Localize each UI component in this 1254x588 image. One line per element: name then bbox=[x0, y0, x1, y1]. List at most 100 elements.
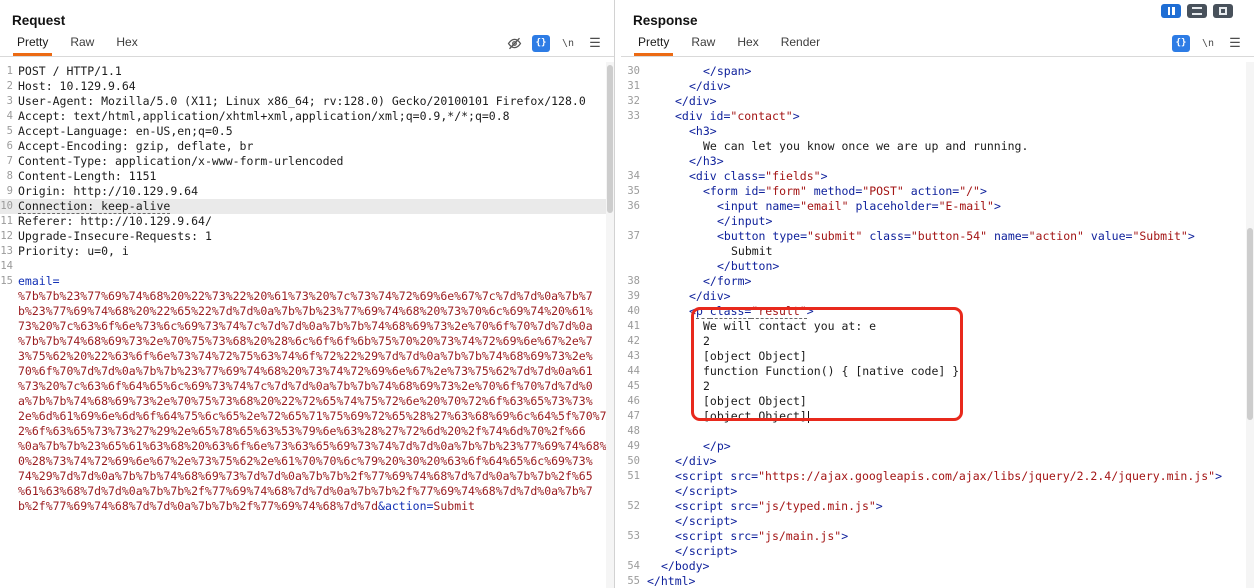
code-line: 6Accept-Encoding: gzip, deflate, br bbox=[0, 139, 614, 154]
code-line: </script> bbox=[621, 544, 1254, 559]
line-number: 36 bbox=[621, 199, 647, 214]
line-number: 37 bbox=[621, 229, 647, 244]
line-number: 13 bbox=[0, 244, 18, 259]
code-line: %61%63%68%7d%7d%0a%7b%7b%2f%77%69%74%68%… bbox=[0, 484, 614, 499]
line-number: 33 bbox=[621, 109, 647, 124]
code-line: 44function Function() { [native code] } bbox=[621, 364, 1254, 379]
layout-rows-button[interactable] bbox=[1187, 4, 1207, 18]
line-number bbox=[0, 499, 18, 514]
response-scrollbar-thumb[interactable] bbox=[1247, 228, 1253, 420]
line-number bbox=[0, 409, 18, 424]
line-number bbox=[0, 319, 18, 334]
response-tab-raw[interactable]: Raw bbox=[680, 30, 726, 56]
line-number: 30 bbox=[621, 64, 647, 79]
code-line: 43[object Object] bbox=[621, 349, 1254, 364]
line-number: 14 bbox=[0, 259, 18, 274]
line-number: 46 bbox=[621, 394, 647, 409]
code-line: 37<button type="submit" class="button-54… bbox=[621, 229, 1254, 244]
line-number bbox=[0, 304, 18, 319]
code-line: 70%6f%70%7d%7d%0a%7b%7b%23%77%69%74%68%2… bbox=[0, 364, 614, 379]
code-line: b%23%77%69%74%68%20%22%65%22%7d%7d%0a%7b… bbox=[0, 304, 614, 319]
code-line: 53<script src="js/main.js"> bbox=[621, 529, 1254, 544]
line-number bbox=[0, 289, 18, 304]
code-line: 422 bbox=[621, 334, 1254, 349]
code-line: 11Referer: http://10.129.9.64/ bbox=[0, 214, 614, 229]
line-number: 7 bbox=[0, 154, 18, 169]
request-tab-raw[interactable]: Raw bbox=[59, 30, 105, 56]
request-tabbar: PrettyRawHex {} \n ☰ bbox=[0, 30, 614, 57]
code-line: 38</form> bbox=[621, 274, 1254, 289]
line-number bbox=[0, 379, 18, 394]
line-number: 41 bbox=[621, 319, 647, 334]
request-editor[interactable]: 1POST / HTTP/1.12Host: 10.129.9.643User-… bbox=[0, 62, 614, 588]
code-line: 7Content-Type: application/x-www-form-ur… bbox=[0, 154, 614, 169]
code-line: 12Upgrade-Insecure-Requests: 1 bbox=[0, 229, 614, 244]
code-line: 48 bbox=[621, 424, 1254, 439]
line-number bbox=[0, 439, 18, 454]
code-line: <h3> bbox=[621, 124, 1254, 139]
code-line: 2%6f%63%65%73%73%27%29%2e%65%78%65%63%53… bbox=[0, 424, 614, 439]
line-number bbox=[0, 424, 18, 439]
code-line: 0%28%73%74%72%69%6e%67%2e%73%75%62%2e%61… bbox=[0, 454, 614, 469]
editor-menu-icon[interactable]: ☰ bbox=[1226, 35, 1244, 52]
response-tabbar: PrettyRawHexRender {} \n ☰ bbox=[621, 30, 1254, 57]
code-line: 34<div class="fields"> bbox=[621, 169, 1254, 184]
line-number bbox=[0, 394, 18, 409]
line-number: 2 bbox=[0, 79, 18, 94]
editor-menu-icon[interactable]: ☰ bbox=[586, 35, 604, 52]
code-line: 46[object Object] bbox=[621, 394, 1254, 409]
line-number bbox=[0, 334, 18, 349]
layout-single-button[interactable] bbox=[1213, 4, 1233, 18]
request-panel-title: Request bbox=[0, 0, 614, 30]
line-number: 15 bbox=[0, 274, 18, 289]
code-line: 73%20%7c%63%6f%6e%73%6c%69%73%74%7c%7d%7… bbox=[0, 319, 614, 334]
code-line: 49</p> bbox=[621, 439, 1254, 454]
code-line: 14 bbox=[0, 259, 614, 274]
line-number: 35 bbox=[621, 184, 647, 199]
code-format-toggle[interactable]: {} bbox=[532, 35, 550, 52]
code-line: 39</div> bbox=[621, 289, 1254, 304]
line-number: 45 bbox=[621, 379, 647, 394]
code-line: </script> bbox=[621, 514, 1254, 529]
line-number bbox=[621, 244, 647, 259]
code-line: 51<script src="https://ajax.googleapis.c… bbox=[621, 469, 1254, 484]
line-number: 47 bbox=[621, 409, 647, 424]
response-tab-hex[interactable]: Hex bbox=[726, 30, 769, 56]
newline-toggle[interactable]: \n bbox=[559, 35, 577, 52]
line-number bbox=[0, 349, 18, 364]
code-line: 2e%6d%61%69%6e%6d%6f%64%75%6c%65%2e%72%6… bbox=[0, 409, 614, 424]
code-line: 13Priority: u=0, i bbox=[0, 244, 614, 259]
line-number: 10 bbox=[0, 199, 18, 214]
request-tab-pretty[interactable]: Pretty bbox=[6, 30, 59, 56]
code-line: 54</body> bbox=[621, 559, 1254, 574]
response-editor[interactable]: 30</span>31</div>32</div>33<div id="cont… bbox=[621, 62, 1254, 588]
editor-layout-controls bbox=[1161, 4, 1233, 18]
newline-toggle[interactable]: \n bbox=[1199, 35, 1217, 52]
request-scrollbar-thumb[interactable] bbox=[607, 65, 613, 213]
response-tab-pretty[interactable]: Pretty bbox=[627, 30, 680, 56]
line-number: 48 bbox=[621, 424, 647, 439]
line-number: 9 bbox=[0, 184, 18, 199]
code-line: 5Accept-Language: en-US,en;q=0.5 bbox=[0, 124, 614, 139]
code-line: 2Host: 10.129.9.64 bbox=[0, 79, 614, 94]
line-number: 5 bbox=[0, 124, 18, 139]
line-number: 54 bbox=[621, 559, 647, 574]
line-number: 38 bbox=[621, 274, 647, 289]
code-line: %73%20%7c%63%6f%64%65%6c%69%73%74%7c%7d%… bbox=[0, 379, 614, 394]
line-number bbox=[621, 154, 647, 169]
code-format-toggle[interactable]: {} bbox=[1172, 35, 1190, 52]
request-scrollbar[interactable] bbox=[606, 62, 614, 588]
line-number bbox=[621, 544, 647, 559]
line-number bbox=[0, 454, 18, 469]
code-line: </button> bbox=[621, 259, 1254, 274]
code-line: 32</div> bbox=[621, 94, 1254, 109]
code-line: 15email= bbox=[0, 274, 614, 289]
code-line: %7b%7b%74%68%69%73%2e%70%75%73%68%20%28%… bbox=[0, 334, 614, 349]
eye-off-icon[interactable] bbox=[505, 35, 523, 52]
response-tab-render[interactable]: Render bbox=[770, 30, 831, 56]
line-number bbox=[621, 484, 647, 499]
response-scrollbar[interactable] bbox=[1246, 62, 1254, 588]
line-number: 55 bbox=[621, 574, 647, 588]
layout-columns-button[interactable] bbox=[1161, 4, 1181, 18]
request-tab-hex[interactable]: Hex bbox=[105, 30, 148, 56]
